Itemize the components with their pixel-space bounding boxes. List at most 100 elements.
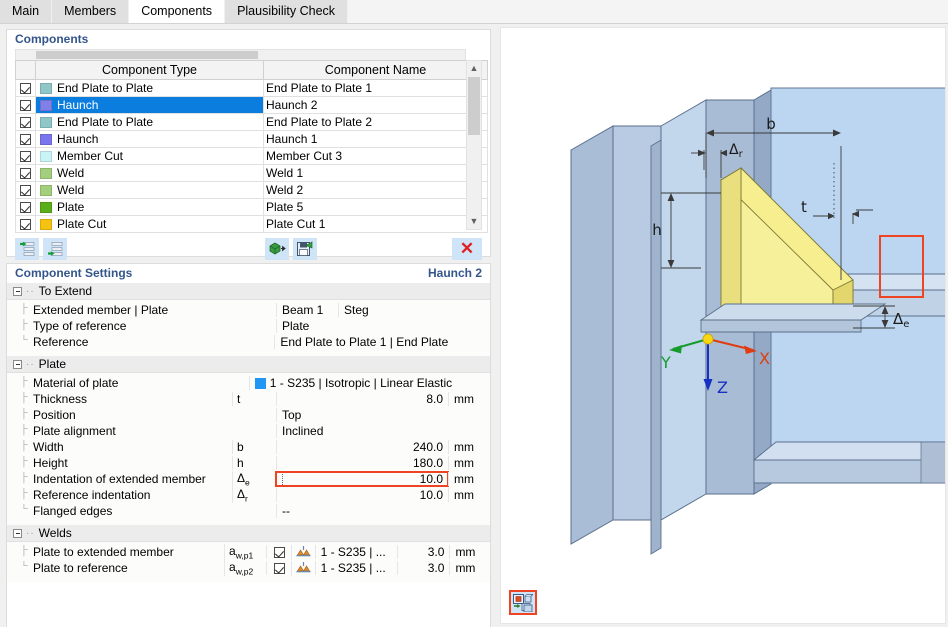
settings-row[interactable]: Position Top [7, 407, 490, 423]
tab-members[interactable]: Members [52, 0, 130, 23]
insert-row-below-button[interactable] [43, 237, 67, 260]
settings-row[interactable]: Widthb240.0mm [7, 439, 490, 455]
insert-row-above-button[interactable] [15, 237, 39, 260]
settings-row-value-secondary[interactable]: Steg [338, 303, 448, 317]
scroll-down-icon[interactable]: ▼ [467, 214, 481, 229]
table-row[interactable]: Member Cut Member Cut 3 [15, 147, 488, 165]
settings-section-header[interactable]: ·· Plate [7, 356, 490, 373]
row-enabled-checkbox[interactable] [15, 181, 36, 199]
weld-material[interactable]: 1 - S235 | ... [314, 545, 398, 559]
settings-row-value[interactable]: Top [276, 408, 448, 422]
table-row[interactable]: Plate Plate 5 [15, 198, 488, 216]
table-row[interactable]: Weld Weld 1 [15, 164, 488, 182]
cell-component-type[interactable]: Weld [35, 181, 264, 199]
row-enabled-checkbox[interactable] [15, 96, 36, 114]
cell-component-name[interactable]: Weld 1 [263, 164, 488, 182]
settings-row-value[interactable]: 10.0 [276, 488, 448, 502]
settings-row[interactable]: Plate alignment Inclined [7, 423, 490, 439]
cell-component-name[interactable]: End Plate to Plate 2 [263, 113, 488, 131]
row-enabled-checkbox[interactable] [15, 79, 36, 97]
table-row[interactable]: Weld Weld 2 [15, 181, 488, 199]
weld-type-icon[interactable] [291, 544, 314, 560]
weld-enabled-checkbox[interactable] [266, 545, 291, 559]
delete-component-button[interactable]: ✕ [452, 237, 482, 260]
row-enabled-checkbox[interactable] [15, 164, 36, 182]
row-enabled-checkbox[interactable] [15, 147, 36, 165]
cell-component-type[interactable]: Plate Cut [35, 215, 264, 233]
settings-row-label: Position [7, 408, 232, 422]
row-enabled-checkbox[interactable] [15, 215, 36, 233]
cell-component-type[interactable]: End Plate to Plate [35, 79, 264, 97]
table-row[interactable]: End Plate to Plate End Plate to Plate 1 [15, 79, 488, 97]
weld-thickness-value[interactable]: 3.0 [397, 561, 449, 575]
weld-type-icon[interactable] [291, 560, 314, 576]
cell-component-type[interactable]: Haunch [35, 130, 264, 148]
collapse-icon[interactable] [13, 359, 22, 369]
settings-row-value[interactable]: End Plate to Plate 1 | End Plate [274, 335, 448, 349]
cell-component-name[interactable]: Plate 5 [263, 198, 488, 216]
settings-row[interactable]: Flanged edges -- [7, 503, 490, 519]
settings-row[interactable]: Plate to referenceaw,p2 1 - S235 | ...3.0… [7, 559, 490, 577]
cell-component-type[interactable]: End Plate to Plate [35, 113, 264, 131]
settings-row-label: Plate alignment [7, 424, 232, 438]
settings-row[interactable]: Extended member | Plate Beam 1Steg [7, 302, 490, 318]
cell-component-name[interactable]: Member Cut 3 [263, 147, 488, 165]
tree-connector: ·· [26, 285, 35, 297]
settings-row-value[interactable]: 1 - S235 | Isotropic | Linear Elastic [248, 376, 452, 390]
collapse-icon[interactable] [13, 528, 22, 538]
components-hscrollbar[interactable] [15, 49, 466, 60]
import-component-button[interactable] [265, 237, 289, 260]
settings-row[interactable]: Reference End Plate to Plate 1 | End Plat… [7, 334, 490, 350]
cell-component-name[interactable]: Haunch 2 [263, 96, 488, 114]
settings-section-header[interactable]: ·· Welds [7, 525, 490, 542]
tab-components[interactable]: Components [129, 0, 226, 23]
settings-row[interactable]: Plate to extended memberaw,p1 1 - S235 | … [7, 543, 490, 561]
component-type-label: Member Cut [57, 149, 124, 163]
weld-material[interactable]: 1 - S235 | ... [314, 561, 398, 575]
cell-component-name[interactable]: End Plate to Plate 1 [263, 79, 488, 97]
column-header-component-name[interactable]: Component Name [263, 60, 488, 80]
settings-row-value[interactable]: 240.0 [276, 440, 448, 454]
cell-component-type[interactable]: Weld [35, 164, 264, 182]
weld-thickness-value[interactable]: 3.0 [397, 545, 449, 559]
settings-row[interactable]: Reference indentationΔr10.0mm [7, 486, 490, 504]
cell-component-name[interactable]: Weld 2 [263, 181, 488, 199]
table-row[interactable]: End Plate to Plate End Plate to Plate 2 [15, 113, 488, 131]
settings-row[interactable]: Thicknesst8.0mm [7, 391, 490, 407]
row-enabled-checkbox[interactable] [15, 130, 36, 148]
cell-component-name[interactable]: Haunch 1 [263, 130, 488, 148]
row-enabled-checkbox[interactable] [15, 198, 36, 216]
settings-row-value[interactable]: 180.0 [276, 456, 448, 470]
components-vscrollbar[interactable]: ▲ ▼ [466, 60, 482, 230]
cell-component-type[interactable]: Member Cut [35, 147, 264, 165]
settings-row-value[interactable]: Beam 1 [276, 303, 338, 317]
tab-plausibility-check[interactable]: Plausibility Check [225, 0, 349, 23]
3d-viewport[interactable]: b Δr h t Δe X Y Z [500, 27, 946, 624]
toggle-rendering-button[interactable] [509, 590, 537, 615]
scroll-up-icon[interactable]: ▲ [467, 61, 481, 76]
settings-row-value[interactable]: -- [276, 504, 448, 518]
collapse-icon[interactable] [13, 286, 22, 296]
settings-row[interactable]: Indentation of extended memberΔe10.0mm [7, 470, 490, 488]
tab-main[interactable]: Main [0, 0, 53, 23]
table-row[interactable]: Haunch Haunch 2 [15, 96, 488, 114]
table-row[interactable]: Haunch Haunch 1 [15, 130, 488, 148]
settings-row[interactable]: Material of plate 1 - S235 | Isotropic | … [7, 375, 490, 391]
row-enabled-checkbox[interactable] [15, 113, 36, 131]
cell-component-name[interactable]: Plate Cut 1 [263, 215, 488, 233]
settings-row-value[interactable]: 8.0 [276, 392, 448, 406]
save-component-button[interactable] [293, 237, 317, 260]
settings-section-header[interactable]: ·· To Extend [7, 283, 490, 300]
settings-row[interactable]: Type of reference Plate [7, 318, 490, 334]
settings-row-value[interactable]: 10.0 [275, 471, 449, 487]
components-vscroll-thumb[interactable] [468, 77, 480, 135]
components-hscroll-thumb[interactable] [36, 51, 258, 59]
cell-component-type[interactable]: Plate [35, 198, 264, 216]
cell-component-type[interactable]: Haunch [35, 96, 264, 114]
settings-row-value[interactable]: Plate [276, 319, 448, 333]
weld-enabled-checkbox[interactable] [266, 561, 291, 575]
column-header-component-type[interactable]: Component Type [35, 60, 264, 80]
settings-row-value[interactable]: Inclined [276, 424, 448, 438]
settings-row[interactable]: Heighth180.0mm [7, 455, 490, 471]
table-row[interactable]: Plate Cut Plate Cut 1 [15, 215, 488, 233]
